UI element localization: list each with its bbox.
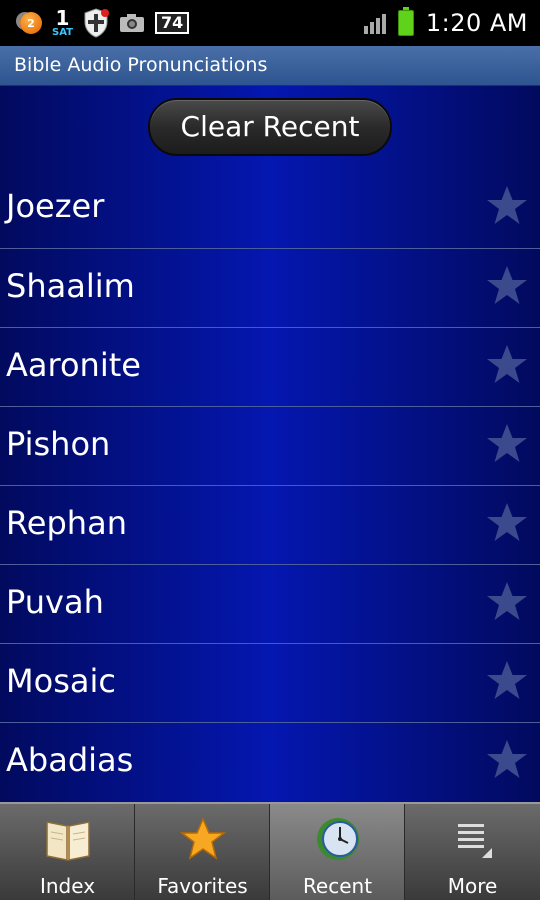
book-icon [46,821,90,861]
list-item-label: Puvah [6,583,104,621]
tab-favorites[interactable]: Favorites [135,804,270,900]
star-icon[interactable] [484,500,530,546]
recent-list-screen: Clear Recent Joezer Shaalim Aaronite Pis… [0,86,540,802]
battery-icon [397,7,414,36]
signal-icon [363,12,386,34]
tab-index[interactable]: Index [0,804,135,900]
tab-favorites-label: Favorites [157,874,248,898]
tab-recent[interactable]: Recent [270,804,405,900]
date-day: SAT [52,27,73,38]
clock-icon [317,818,359,860]
list-item[interactable]: Puvah [0,564,540,643]
camera-icon [119,13,145,33]
list-item[interactable]: Mosaic [0,643,540,722]
app-title-bar: Bible Audio Pronunciations [0,46,540,86]
menu-icon [458,824,492,858]
list-item-label: Pishon [6,425,111,463]
star-icon[interactable] [484,737,530,783]
list-item-label: Rephan [6,504,127,542]
tab-more-label: More [447,874,498,898]
date-number: 1 [55,6,70,30]
clear-recent-button[interactable]: Clear Recent [148,98,392,156]
recent-list: Joezer Shaalim Aaronite Pishon Rephan Pu… [0,169,540,801]
list-item[interactable]: Aaronite [0,327,540,406]
clock: 1:20 AM [425,9,528,37]
tab-more[interactable]: More [405,804,540,900]
status-bar: 2 1 SAT 74 1:20 AM [0,0,540,46]
star-icon[interactable] [484,658,530,704]
list-item[interactable]: Rephan [0,485,540,564]
list-item[interactable]: Shaalim [0,248,540,327]
list-item[interactable]: Joezer [0,169,540,248]
list-item-label: Joezer [6,187,105,225]
list-item-label: Abadias [6,741,134,779]
tab-index-label: Index [39,874,96,898]
tab-recent-label: Recent [302,874,373,898]
bottom-tab-bar: Index Favorites Recent More [0,802,540,900]
calendar-notification: 1 SAT [52,8,73,38]
list-item-label: Aaronite [6,346,141,384]
list-item[interactable]: Abadias [0,722,540,801]
shield-icon [83,8,109,38]
list-item[interactable]: Pishon [0,406,540,485]
star-icon[interactable] [484,421,530,467]
notification-badge: 2 [20,12,42,34]
star-icon[interactable] [484,183,530,229]
star-icon[interactable] [484,579,530,625]
star-icon[interactable] [484,263,530,309]
temperature-badge: 74 [155,12,190,34]
star-icon[interactable] [484,342,530,388]
list-item-label: Mosaic [6,662,116,700]
app-title: Bible Audio Pronunciations [14,54,268,76]
star-icon [179,817,227,860]
list-item-label: Shaalim [6,267,135,305]
